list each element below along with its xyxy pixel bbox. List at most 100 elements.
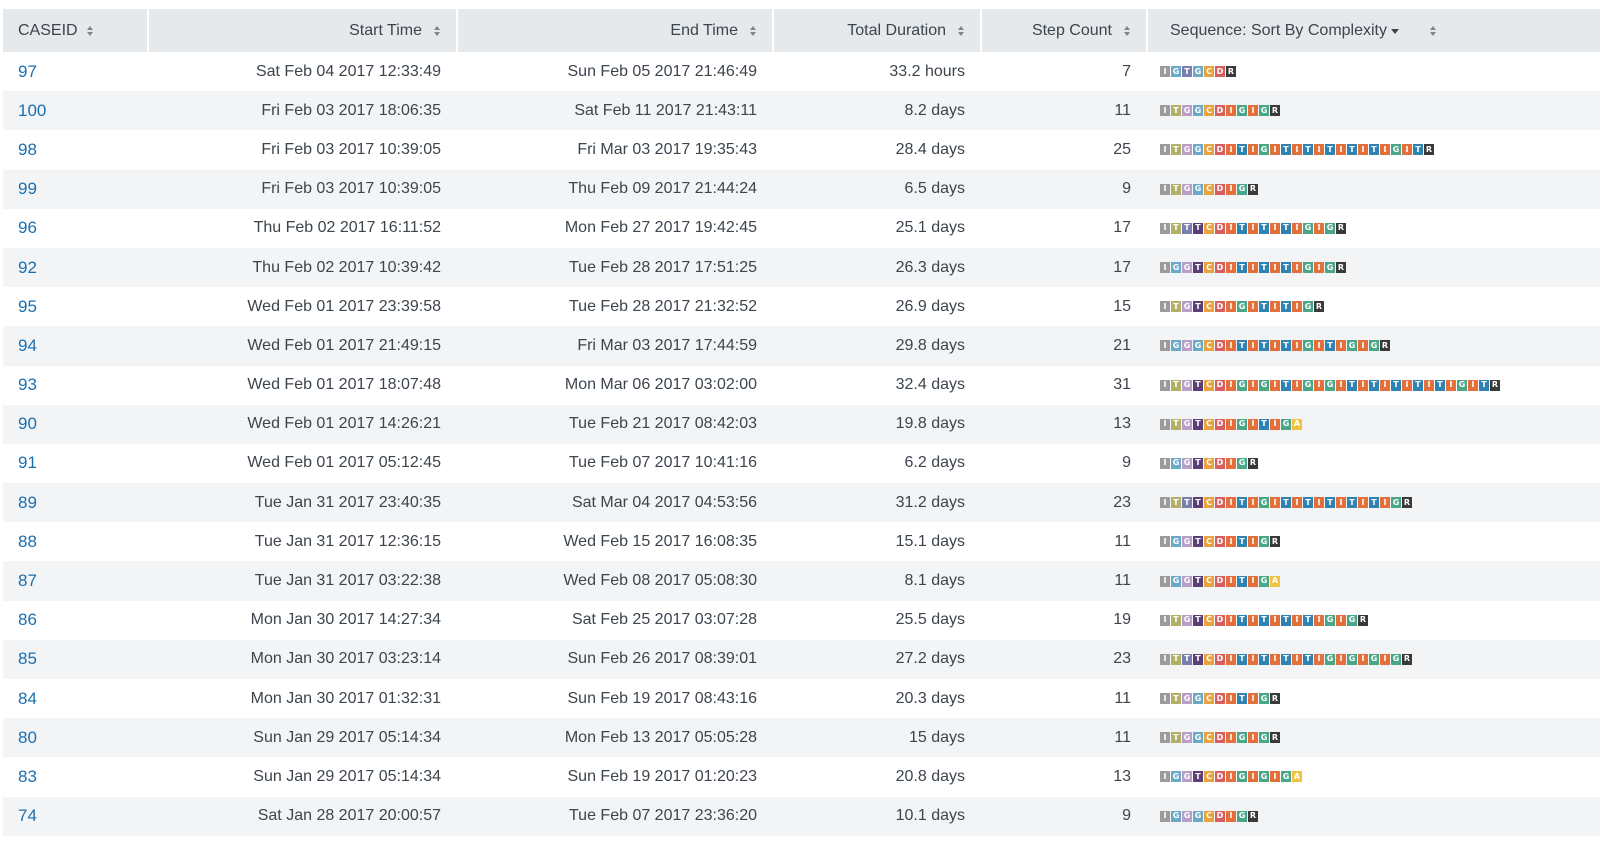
sequence-step: C bbox=[1204, 771, 1214, 783]
start-time-cell: Thu Feb 02 2017 16:11:52 bbox=[253, 219, 441, 237]
sequence-step: C bbox=[1204, 222, 1214, 234]
sequence-strip: IGGTCDITIGA bbox=[1160, 575, 1281, 587]
caseid-link[interactable]: 89 bbox=[3, 483, 149, 522]
column-header-sequence[interactable]: Sequence: Sort By Complexity bbox=[1148, 9, 1600, 52]
sequence-step: C bbox=[1204, 183, 1214, 195]
sort-icon[interactable] bbox=[432, 9, 442, 52]
sequence-step: I bbox=[1160, 183, 1170, 195]
sequence-cell: ITGGCDITIGITITITITITIGITR bbox=[1148, 130, 1600, 169]
sequence-step: D bbox=[1215, 340, 1225, 352]
sequence-step: D bbox=[1215, 457, 1225, 469]
sequence-cell: ITGGCDITIGR bbox=[1148, 679, 1600, 718]
sequence-step: I bbox=[1160, 536, 1170, 548]
sequence-cell: IGGGCDIGR bbox=[1148, 797, 1600, 836]
caseid-link[interactable]: 100 bbox=[3, 91, 149, 130]
sequence-step: G bbox=[1182, 693, 1192, 705]
sequence-step: D bbox=[1215, 614, 1225, 626]
sort-icon[interactable] bbox=[85, 9, 95, 52]
sequence-step: G bbox=[1391, 653, 1401, 665]
sequence-step: G bbox=[1303, 222, 1313, 234]
end-time-cell: Fri Mar 03 2017 17:44:59 bbox=[577, 336, 757, 354]
column-header-end-time[interactable]: End Time bbox=[458, 9, 774, 52]
table-row: 96 Thu Feb 02 2017 16:11:52 Mon Feb 27 201… bbox=[3, 209, 1600, 248]
table-row: 88 Tue Jan 31 2017 12:36:15 Wed Feb 15 201… bbox=[3, 522, 1600, 561]
caseid-link[interactable]: 83 bbox=[3, 757, 149, 796]
caseid-link[interactable]: 96 bbox=[3, 209, 149, 248]
sequence-step: I bbox=[1358, 144, 1368, 156]
sequence-step: A bbox=[1292, 771, 1302, 783]
sequence-strip: IGGTCDIGR bbox=[1160, 457, 1259, 469]
sequence-step: G bbox=[1182, 144, 1192, 156]
sequence-step: G bbox=[1182, 575, 1192, 587]
sequence-step: G bbox=[1171, 262, 1181, 274]
sequence-step: I bbox=[1226, 732, 1236, 744]
sequence-step: G bbox=[1303, 379, 1313, 391]
sequence-cell: ITTTCDITITITIGIGR bbox=[1148, 209, 1600, 248]
sequence-step: T bbox=[1171, 222, 1181, 234]
sequence-step: A bbox=[1270, 575, 1280, 587]
sequence-step: I bbox=[1248, 653, 1258, 665]
sequence-step: G bbox=[1182, 105, 1192, 117]
step-count-cell: 31 bbox=[1113, 376, 1131, 394]
sort-icon[interactable] bbox=[956, 9, 966, 52]
sequence-cell: ITGGCDIGR bbox=[1148, 170, 1600, 209]
sequence-step: I bbox=[1358, 497, 1368, 509]
end-time-cell: Tue Feb 07 2017 10:41:16 bbox=[569, 454, 757, 472]
sequence-step: T bbox=[1171, 497, 1181, 509]
sequence-cell: IGGTCDITIGR bbox=[1148, 522, 1600, 561]
sequence-step: R bbox=[1248, 183, 1258, 195]
sort-icon[interactable] bbox=[1428, 9, 1438, 52]
sequence-step: G bbox=[1182, 340, 1192, 352]
caseid-link[interactable]: 80 bbox=[3, 718, 149, 757]
caseid-link[interactable]: 84 bbox=[3, 679, 149, 718]
sequence-step: C bbox=[1204, 536, 1214, 548]
sequence-step: I bbox=[1402, 379, 1412, 391]
sequence-step: D bbox=[1215, 418, 1225, 430]
caseid-link[interactable]: 99 bbox=[3, 170, 149, 209]
sequence-step: R bbox=[1336, 262, 1346, 274]
sequence-step: T bbox=[1193, 457, 1203, 469]
sequence-strip: ITGGCDIGIGR bbox=[1160, 732, 1281, 744]
sequence-step: I bbox=[1336, 144, 1346, 156]
sequence-step: I bbox=[1226, 810, 1236, 822]
caseid-link[interactable]: 88 bbox=[3, 522, 149, 561]
results-table: CASEID Start Time End Time Total Duratio… bbox=[3, 9, 1600, 836]
total-duration-cell: 32.4 days bbox=[895, 376, 965, 394]
sequence-step: T bbox=[1281, 144, 1291, 156]
caseid-link[interactable]: 95 bbox=[3, 287, 149, 326]
caseid-link[interactable]: 91 bbox=[3, 444, 149, 483]
sequence-step: T bbox=[1171, 693, 1181, 705]
sequence-step: G bbox=[1182, 418, 1192, 430]
sort-icon[interactable] bbox=[748, 9, 758, 52]
sequence-step: T bbox=[1193, 262, 1203, 274]
sequence-step: I bbox=[1270, 418, 1280, 430]
sequence-step: G bbox=[1182, 262, 1192, 274]
sequence-step: I bbox=[1226, 105, 1236, 117]
table-row: 74 Sat Jan 28 2017 20:00:57 Tue Feb 07 201… bbox=[3, 796, 1600, 836]
caseid-link[interactable]: 87 bbox=[3, 561, 149, 600]
column-header-caseid[interactable]: CASEID bbox=[3, 9, 149, 52]
sequence-step: G bbox=[1182, 183, 1192, 195]
caseid-link[interactable]: 86 bbox=[3, 601, 149, 640]
sort-icon[interactable] bbox=[1122, 9, 1132, 52]
sequence-step: G bbox=[1303, 301, 1313, 313]
chevron-down-icon[interactable] bbox=[1391, 29, 1399, 34]
sequence-step: T bbox=[1281, 222, 1291, 234]
start-time-cell: Sat Jan 28 2017 20:00:57 bbox=[257, 807, 441, 825]
caseid-link[interactable]: 98 bbox=[3, 130, 149, 169]
caseid-link[interactable]: 85 bbox=[3, 640, 149, 679]
caseid-link[interactable]: 94 bbox=[3, 326, 149, 365]
sequence-step: I bbox=[1314, 614, 1324, 626]
caseid-link[interactable]: 93 bbox=[3, 366, 149, 405]
end-time-cell: Mon Mar 06 2017 03:02:00 bbox=[564, 376, 757, 394]
caseid-link[interactable]: 90 bbox=[3, 405, 149, 444]
sequence-step: I bbox=[1248, 144, 1258, 156]
sequence-step: I bbox=[1248, 614, 1258, 626]
column-header-start-time[interactable]: Start Time bbox=[149, 9, 458, 52]
column-header-total-duration[interactable]: Total Duration bbox=[774, 9, 982, 52]
sequence-step: I bbox=[1160, 810, 1170, 822]
caseid-link[interactable]: 74 bbox=[3, 797, 149, 836]
column-header-step-count[interactable]: Step Count bbox=[982, 9, 1148, 52]
caseid-link[interactable]: 97 bbox=[3, 52, 149, 91]
caseid-link[interactable]: 92 bbox=[3, 248, 149, 287]
